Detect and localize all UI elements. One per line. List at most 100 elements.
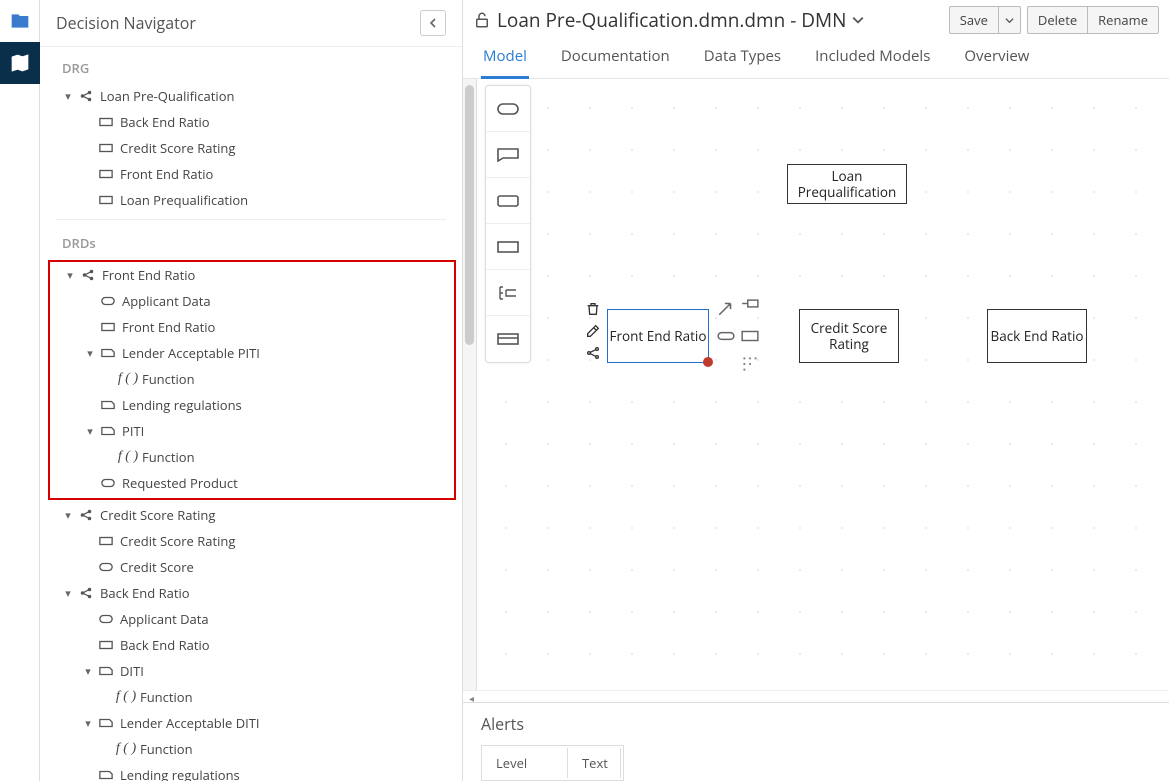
tree-item[interactable]: Applicant Data	[50, 288, 454, 314]
tree-item[interactable]: f ( )Function	[50, 444, 454, 470]
tree-item-label: Loan Prequalification	[120, 191, 248, 209]
rename-button[interactable]: Rename	[1088, 6, 1159, 34]
navigator-title: Decision Navigator	[56, 12, 196, 34]
chevron-down-icon	[852, 14, 864, 26]
edit-node-icon[interactable]	[585, 323, 601, 339]
palette-double-rect-icon[interactable]	[486, 316, 530, 362]
tab-documentation[interactable]: Documentation	[559, 46, 672, 78]
caret-icon: ▾	[82, 664, 94, 679]
tab-model[interactable]: Model	[481, 46, 529, 79]
delete-button[interactable]: Delete	[1027, 6, 1088, 34]
tree-item[interactable]: ▾PITI	[50, 418, 454, 444]
tree-item[interactable]: Credit Score	[40, 554, 462, 580]
tree-item[interactable]: Loan Prequalification	[40, 187, 462, 213]
palette-rect-icon[interactable]	[486, 224, 530, 270]
tree-item[interactable]: Credit Score Rating	[40, 528, 462, 554]
tree-item[interactable]: Back End Ratio	[40, 109, 462, 135]
caret-icon: ▾	[62, 586, 74, 601]
connect-rect-icon[interactable]	[741, 327, 759, 349]
tab-overview[interactable]: Overview	[962, 46, 1031, 78]
tree-item-label: Lending regulations	[122, 396, 242, 414]
tree-item[interactable]: ▾Back End Ratio	[40, 580, 462, 606]
connect-arrow-icon[interactable]	[717, 299, 735, 321]
collapse-navigator-button[interactable]	[420, 10, 446, 36]
tree-item-label: Lender Acceptable PITI	[122, 344, 260, 362]
project-explorer-icon[interactable]	[0, 0, 40, 42]
tree-item-label: Applicant Data	[120, 610, 209, 628]
file-title[interactable]: Loan Pre-Qualification.dmn.dmn - DMN	[473, 7, 949, 33]
connect-dots-icon[interactable]	[741, 355, 759, 377]
tree-item-label: Credit Score Rating	[100, 506, 215, 524]
diagram-node-credit-score-rating[interactable]: Credit Score Rating	[799, 309, 899, 363]
tree-item-label: Credit Score Rating	[120, 532, 235, 550]
diagram-node-loan-prequalification[interactable]: Loan Prequalification	[787, 164, 907, 204]
delete-node-icon[interactable]	[585, 301, 601, 317]
tree-item-label: Function	[140, 740, 193, 758]
tree-item[interactable]: Back End Ratio	[40, 632, 462, 658]
tree-item[interactable]: f ( )Function	[40, 736, 462, 762]
canvas-vertical-scrollbar[interactable]	[463, 79, 477, 690]
caret-icon: ▾	[64, 268, 76, 283]
diagram-canvas[interactable]: Loan Prequalification Front End Ratio Cr…	[477, 79, 1169, 690]
diagram-node-back-end-ratio[interactable]: Back End Ratio	[987, 309, 1087, 363]
tree-item-label: Back End Ratio	[120, 113, 210, 131]
tab-included-models[interactable]: Included Models	[813, 46, 932, 78]
node-type-icon: f ( )	[120, 371, 136, 387]
resize-handle[interactable]	[703, 357, 713, 367]
node-type-icon	[100, 475, 116, 491]
tree-item[interactable]: Front End Ratio	[50, 314, 454, 340]
tree-item[interactable]: f ( )Function	[50, 366, 454, 392]
connect-pill-icon[interactable]	[717, 327, 735, 349]
tree-item-label: Loan Pre-Qualification	[100, 87, 234, 105]
tree-item[interactable]: ▾Credit Score Rating	[40, 502, 462, 528]
divider	[56, 219, 446, 220]
node-type-icon	[98, 611, 114, 627]
palette-note-icon[interactable]	[486, 132, 530, 178]
drds-section-label: DRDs	[40, 226, 462, 258]
tree-item[interactable]: ▾Lender Acceptable DITI	[40, 710, 462, 736]
tree-item[interactable]: ▾ DITI	[40, 658, 462, 684]
tree-item-label: Front End Ratio	[102, 266, 195, 284]
palette-round-rect-icon[interactable]	[486, 178, 530, 224]
node-connect-toolbar	[717, 299, 759, 377]
node-type-icon	[98, 192, 114, 208]
tree-item[interactable]: Front End Ratio	[40, 161, 462, 187]
connect-text-icon[interactable]	[741, 299, 759, 321]
delete-rename-group: Delete Rename	[1027, 6, 1159, 34]
tree-item[interactable]: ▾ Lender Acceptable PITI	[50, 340, 454, 366]
tab-data-types[interactable]: Data Types	[702, 46, 783, 78]
tree-item[interactable]: Requested Product	[50, 470, 454, 496]
tree-item[interactable]: Applicant Data	[40, 606, 462, 632]
editor-tabs: Model Documentation Data Types Included Mod…	[463, 34, 1169, 79]
decision-navigator-icon[interactable]	[0, 42, 40, 84]
node-type-icon	[98, 114, 114, 130]
left-rail	[0, 0, 40, 781]
palette-list-icon[interactable]	[486, 270, 530, 316]
tree-item[interactable]: ▾ Front End Ratio	[50, 262, 454, 288]
tree-item[interactable]: f ( )Function	[40, 684, 462, 710]
node-type-icon	[78, 507, 94, 523]
tree-item[interactable]: ▾ Loan Pre-Qualification	[40, 83, 462, 109]
tree-item-label: Requested Product	[122, 474, 238, 492]
save-button-group: Save	[949, 6, 1021, 34]
tree-item-label: Lending regulations	[120, 766, 240, 781]
caret-icon: ▾	[84, 346, 96, 361]
node-type-icon	[100, 423, 116, 439]
share-node-icon[interactable]	[585, 345, 601, 361]
tree-item[interactable]: Credit Score Rating	[40, 135, 462, 161]
diagram-node-front-end-ratio[interactable]: Front End Ratio	[607, 309, 709, 363]
canvas-horizontal-scrollbar[interactable]: ◂	[463, 690, 1169, 702]
decision-navigator-panel: Decision Navigator DRG ▾Loan Pre-Qualifi…	[40, 0, 463, 781]
tree-item-label: DITI	[120, 662, 144, 680]
tree-item[interactable]: Lending regulations	[50, 392, 454, 418]
alerts-col-text: Text	[570, 748, 621, 778]
alerts-col-level: Level	[484, 748, 568, 778]
save-button[interactable]: Save	[949, 6, 999, 34]
node-type-icon: f ( )	[118, 689, 134, 705]
caret-icon: ▾	[62, 89, 74, 104]
tree-item-label: Applicant Data	[122, 292, 211, 310]
tree-item[interactable]: Lending regulations	[40, 762, 462, 781]
save-dropdown-button[interactable]	[999, 6, 1021, 34]
node-type-icon	[80, 267, 96, 283]
palette-pill-icon[interactable]	[486, 86, 530, 132]
